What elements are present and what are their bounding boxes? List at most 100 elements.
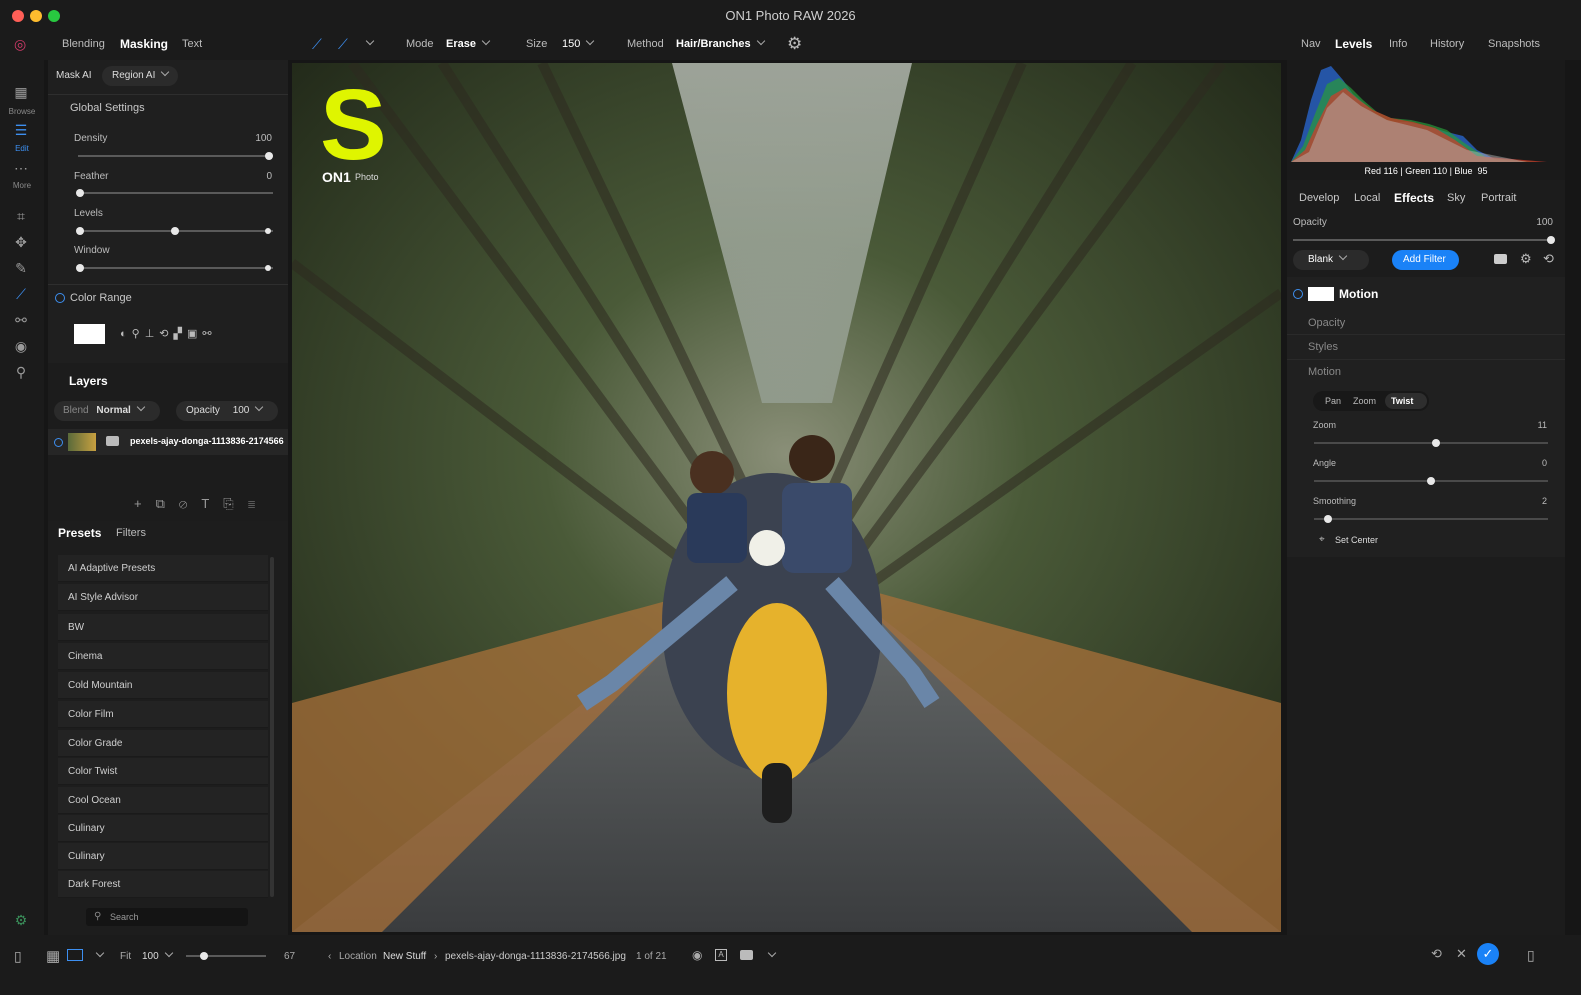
feather-slider-knob[interactable] <box>76 189 84 197</box>
edit-sliders-icon[interactable]: ☰ <box>10 122 32 139</box>
crop-icon[interactable]: ⌗ <box>10 208 32 225</box>
mask-view-icon[interactable] <box>740 950 753 960</box>
clone-icon[interactable]: ⚯ <box>10 312 32 329</box>
layer-row[interactable]: pexels-ajay-donga-1113836-2174566 <box>48 429 288 455</box>
filter-visibility-toggle[interactable] <box>1293 289 1303 299</box>
filter-title[interactable]: Motion <box>1339 287 1378 301</box>
density-slider-knob[interactable] <box>265 152 273 160</box>
tab-local[interactable]: Local <box>1354 192 1380 204</box>
filmstrip-view-icon[interactable] <box>67 949 83 961</box>
ai-icon[interactable]: A <box>715 949 727 961</box>
window-low-knob[interactable] <box>76 264 84 272</box>
color-range-header[interactable]: Color Range <box>70 292 132 304</box>
region-ai-dropdown[interactable]: Region AI <box>102 66 179 86</box>
levels-slider[interactable] <box>76 227 273 235</box>
layer-actions-icon[interactable]: +⧉⊘T⎘≣ <box>134 496 269 512</box>
extensions-icon[interactable]: ⚙ <box>10 912 32 929</box>
angle-slider[interactable] <box>1314 477 1548 485</box>
view-dropdown[interactable] <box>90 948 105 962</box>
toggle-left-panel-icon[interactable]: ▯ <box>14 948 22 965</box>
preset-item[interactable]: Cinema <box>58 643 268 670</box>
more-label[interactable]: More <box>0 181 44 190</box>
zoom-hand-icon[interactable]: ⚲ <box>10 364 32 381</box>
preset-item[interactable]: BW <box>58 614 268 641</box>
filter-styles-section[interactable]: Styles <box>1308 341 1338 353</box>
tab-text[interactable]: Text <box>182 38 202 50</box>
tab-filters[interactable]: Filters <box>116 527 146 539</box>
set-center-crosshair-icon[interactable]: ⌖ <box>1319 534 1325 545</box>
location-value[interactable]: New Stuff <box>383 951 426 962</box>
tab-effects[interactable]: Effects <box>1394 191 1434 205</box>
smoothing-slider[interactable] <box>1314 515 1548 523</box>
tab-sky[interactable]: Sky <box>1447 192 1465 204</box>
preset-item[interactable]: Color Grade <box>58 730 268 757</box>
mask-icon[interactable] <box>1494 254 1507 264</box>
presets-scrollbar[interactable] <box>270 557 274 897</box>
angle-slider-knob[interactable] <box>1427 477 1435 485</box>
motion-mode-zoom[interactable]: Zoom <box>1353 396 1376 406</box>
zoom-slider-knob[interactable] <box>1432 439 1440 447</box>
color-swatch[interactable] <box>74 324 105 344</box>
layer-opacity-dropdown[interactable]: Opacity 100 <box>176 401 278 421</box>
thumbnail-size-knob[interactable] <box>200 952 208 960</box>
tab-masking[interactable]: Masking <box>120 37 168 51</box>
fingerprint-icon[interactable]: ◉ <box>10 338 32 355</box>
filter-motion-section[interactable]: Motion <box>1308 366 1341 378</box>
grid-view-icon[interactable]: ▦ <box>46 947 60 965</box>
tab-snapshots[interactable]: Snapshots <box>1488 38 1540 50</box>
filter-settings-gear-icon[interactable]: ⚙ <box>1520 251 1532 267</box>
mask-ai-label[interactable]: Mask AI <box>56 70 92 81</box>
color-range-tools-icon[interactable]: ◐⚲⊥⟲▞▣⚯ <box>120 327 217 340</box>
window-high-knob[interactable] <box>265 265 271 271</box>
zoom-slider[interactable] <box>1314 439 1548 447</box>
mode-dropdown[interactable]: Erase <box>446 36 491 50</box>
size-dropdown[interactable]: 150 <box>562 36 595 50</box>
tab-history[interactable]: History <box>1430 38 1464 50</box>
gear-icon[interactable]: ⚙ <box>787 34 802 54</box>
tab-develop[interactable]: Develop <box>1299 192 1339 204</box>
preset-item[interactable]: Cold Mountain <box>58 672 268 699</box>
levels-black-knob[interactable] <box>76 227 84 235</box>
mask-view-dropdown[interactable] <box>762 948 777 962</box>
tab-portrait[interactable]: Portrait <box>1481 192 1516 204</box>
filter-opacity-section[interactable]: Opacity <box>1308 317 1345 329</box>
blank-dropdown[interactable]: Blank <box>1293 250 1369 270</box>
mask-brush-icon[interactable]: ⟋ <box>312 36 322 53</box>
preset-item[interactable]: AI Style Advisor <box>58 584 268 611</box>
tab-blending[interactable]: Blending <box>62 38 105 50</box>
fit-label[interactable]: Fit <box>120 951 131 962</box>
toggle-right-panel-icon[interactable]: ▯ <box>1527 947 1535 964</box>
transform-icon[interactable]: ✥ <box>10 234 32 251</box>
brush-dropdown-chevron-icon[interactable] <box>360 36 375 50</box>
add-filter-button[interactable]: Add Filter <box>1392 250 1459 270</box>
tab-info[interactable]: Info <box>1389 38 1407 50</box>
browse-label[interactable]: Browse <box>0 107 44 116</box>
preview-eye-icon[interactable]: ◉ <box>692 948 702 962</box>
reset-icon[interactable]: ⟲ <box>1543 251 1554 267</box>
preset-item[interactable]: AI Adaptive Presets <box>58 555 268 582</box>
window-slider[interactable] <box>76 264 273 272</box>
presets-search-field[interactable]: ⚲ Search <box>86 908 248 926</box>
edit-label[interactable]: Edit <box>0 144 44 153</box>
set-center-button[interactable]: Set Center <box>1335 535 1378 545</box>
smoothing-slider-knob[interactable] <box>1324 515 1332 523</box>
feather-slider[interactable] <box>76 189 273 197</box>
method-dropdown[interactable]: Hair/Branches <box>676 36 765 50</box>
effects-opacity-slider[interactable] <box>1293 236 1555 244</box>
motion-mode-twist[interactable]: Twist <box>1385 393 1427 409</box>
tab-presets[interactable]: Presets <box>58 526 101 540</box>
preset-item[interactable]: Color Twist <box>58 758 268 785</box>
preset-item[interactable]: Culinary <box>58 815 268 842</box>
levels-mid-knob[interactable] <box>171 227 179 235</box>
back-chevron-icon[interactable]: ‹ <box>328 951 331 962</box>
tab-levels[interactable]: Levels <box>1335 37 1372 51</box>
thumbnail-size-slider[interactable] <box>186 952 266 960</box>
retouch-brush-icon[interactable]: ✎ <box>10 260 32 277</box>
apply-check-button[interactable]: ✓ <box>1477 943 1499 965</box>
density-slider[interactable] <box>78 152 273 160</box>
mask-tool-icon[interactable]: ⟋ <box>10 286 32 303</box>
preset-item[interactable]: Cool Ocean <box>58 787 268 814</box>
layers-header[interactable]: Layers <box>69 374 108 388</box>
layer-visibility-icon[interactable] <box>54 438 63 447</box>
browse-grid-icon[interactable]: ▦ <box>10 84 32 101</box>
